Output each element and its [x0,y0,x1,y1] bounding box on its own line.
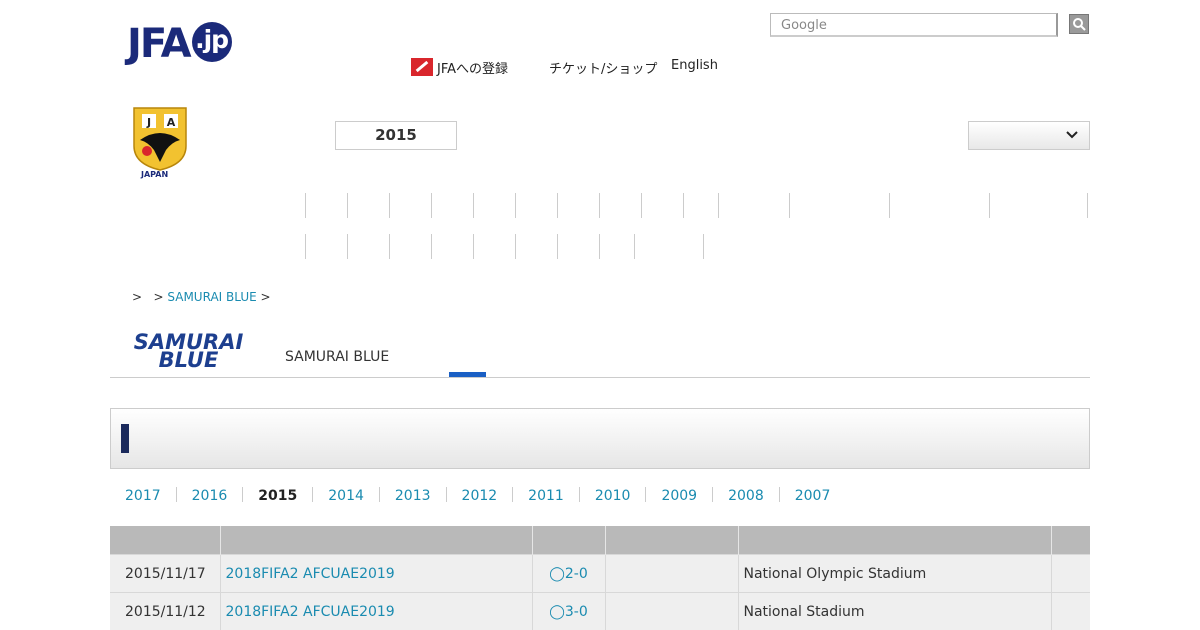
logo-text: JFA [127,21,192,67]
match-opponent [605,592,739,630]
jfa-emblem[interactable]: J A [130,106,190,178]
year-tab-2008[interactable]: 2008 [728,488,764,504]
breadcrumb-sep: > [260,290,271,304]
year-tab-2012[interactable]: 2012 [462,488,498,504]
match-opponent [605,554,739,593]
section-divider [110,377,1090,378]
breadcrumb-link-samurai-blue[interactable]: SAMURAI BLUE [167,290,256,304]
match-venue: National Stadium [738,592,1052,630]
search-button[interactable] [1069,14,1089,34]
table-row: 2015/11/17 2018FIFA2 AFCUAE2019 ◯2-0 Nat… [110,554,1090,593]
year-tab-2015[interactable]: 2015 [258,488,297,504]
nav-register[interactable]: JFAへの登録 [411,58,508,77]
heading-accent-bar [121,424,129,453]
table-header-cell [110,526,221,555]
match-date: 2015/11/12 [110,592,221,630]
svg-text:A: A [167,116,176,129]
year-tab-2007[interactable]: 2007 [795,488,831,504]
year-tab-2014[interactable]: 2014 [328,488,364,504]
match-date: 2015/11/17 [110,554,221,593]
match-table: 2015/11/17 2018FIFA2 AFCUAE2019 ◯2-0 Nat… [110,526,1090,630]
table-header-cell [532,526,606,555]
filter-select[interactable] [968,121,1090,150]
emblem-label: JAPAN [141,170,169,179]
menu-row-1 [0,193,1200,218]
year-tab-2009[interactable]: 2009 [661,488,697,504]
year-tab-2010[interactable]: 2010 [595,488,631,504]
nav-ticket-shop[interactable]: チケット/ショップ [549,58,657,77]
menu-row-2 [0,234,1200,259]
search-icon [1073,18,1086,31]
emblem-icon: J A [133,107,187,171]
table-header-cell [738,526,1052,555]
year-tab-2017[interactable]: 2017 [125,488,161,504]
table-row: 2015/11/12 2018FIFA2 AFCUAE2019 ◯3-0 Nat… [110,592,1090,630]
nav-english[interactable]: English [671,58,718,73]
match-competition-link[interactable]: 2018FIFA2 AFCUAE2019 [226,566,395,582]
match-note [1051,554,1090,593]
search-input[interactable]: Google [770,13,1058,37]
table-header-cell [220,526,533,555]
breadcrumb: > > SAMURAI BLUE > [132,290,271,304]
register-icon [411,58,433,76]
samurai-blue-logo: SAMURAI BLUE [121,332,256,371]
match-score-link[interactable]: ◯3-0 [549,604,588,620]
logo-suffix: .jp [191,22,232,62]
jfa-logo[interactable]: JFA .jp [127,22,232,66]
heading-panel [110,408,1090,469]
table-header-cell [1051,526,1090,555]
breadcrumb-sep: > [153,290,164,304]
year-tab-2013[interactable]: 2013 [395,488,431,504]
match-venue: National Olympic Stadium [738,554,1052,593]
chevron-down-icon [1066,131,1078,139]
nav-register-label: JFAへの登録 [437,62,509,77]
year-tab-2011[interactable]: 2011 [528,488,564,504]
match-note [1051,592,1090,630]
match-competition-link[interactable]: 2018FIFA2 AFCUAE2019 [226,604,395,620]
active-tab-indicator[interactable] [449,372,486,377]
breadcrumb-sep: > [132,290,143,304]
year-display[interactable]: 2015 [335,121,457,150]
table-header-row [110,526,1090,555]
svg-text:J: J [146,116,151,129]
table-header-cell [605,526,739,555]
year-tabs: 2017 2016 2015 2014 2013 2012 2011 2010 2009 2008… [125,487,830,504]
section-title: SAMURAI BLUE [285,349,390,365]
year-tab-2016[interactable]: 2016 [192,488,228,504]
match-score-link[interactable]: ◯2-0 [549,566,588,582]
